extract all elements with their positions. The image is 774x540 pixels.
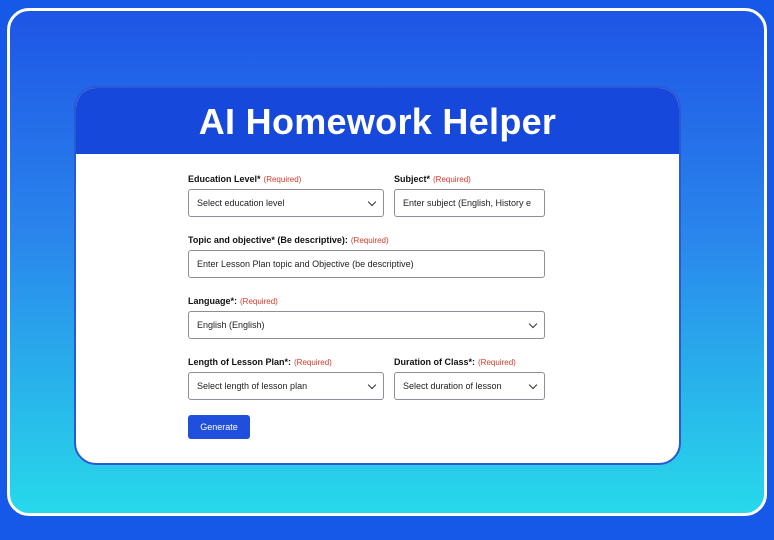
duration-label-text: Duration of Class*:: [394, 357, 476, 367]
subject-placeholder: Enter subject (English, History e: [403, 198, 532, 208]
duration-value: Select duration of lesson: [403, 381, 502, 391]
chevron-down-icon: [367, 380, 377, 389]
length-label-text: Length of Lesson Plan*:: [188, 357, 292, 367]
length-label: Length of Lesson Plan*: (Required): [188, 357, 332, 367]
subject-label: Subject* (Required): [394, 174, 471, 184]
length-select[interactable]: Select length of lesson plan: [188, 372, 384, 400]
homework-helper-card: AI Homework Helper Education Level* (Requ…: [74, 86, 681, 465]
education-level-select[interactable]: Select education level: [188, 189, 384, 217]
education-level-value: Select education level: [197, 198, 285, 208]
topic-input[interactable]: Enter Lesson Plan topic and Objective (b…: [188, 250, 545, 278]
subject-label-text: Subject*: [394, 174, 431, 184]
education-level-label: Education Level* (Required): [188, 174, 301, 184]
length-value: Select length of lesson plan: [197, 381, 308, 391]
duration-select[interactable]: Select duration of lesson: [394, 372, 545, 400]
generate-button[interactable]: Generate: [188, 415, 250, 439]
language-value: English (English): [197, 320, 265, 330]
education-level-label-text: Education Level*: [188, 174, 261, 184]
required-indicator: (Required): [350, 236, 389, 245]
chevron-down-icon: [528, 319, 538, 328]
required-indicator: (Required): [478, 358, 516, 367]
language-select[interactable]: English (English): [188, 311, 545, 339]
topic-label: Topic and objective* (Be descriptive): (R…: [188, 235, 389, 245]
card-header: AI Homework Helper: [76, 88, 679, 154]
chevron-down-icon: [528, 380, 538, 389]
chevron-down-icon: [367, 197, 377, 206]
subject-input[interactable]: Enter subject (English, History e: [394, 189, 545, 217]
topic-label-text: Topic and objective* (Be descriptive):: [188, 235, 348, 245]
duration-label: Duration of Class*: (Required): [394, 357, 516, 367]
language-label-text: Language*:: [188, 296, 238, 306]
required-indicator: (Required): [433, 175, 471, 184]
required-indicator: (Required): [263, 175, 302, 184]
required-indicator: (Required): [294, 358, 332, 367]
page-title: AI Homework Helper: [198, 101, 557, 142]
topic-placeholder: Enter Lesson Plan topic and Objective (b…: [197, 259, 414, 269]
language-label: Language*: (Required): [188, 296, 278, 306]
required-indicator: (Required): [240, 297, 278, 306]
